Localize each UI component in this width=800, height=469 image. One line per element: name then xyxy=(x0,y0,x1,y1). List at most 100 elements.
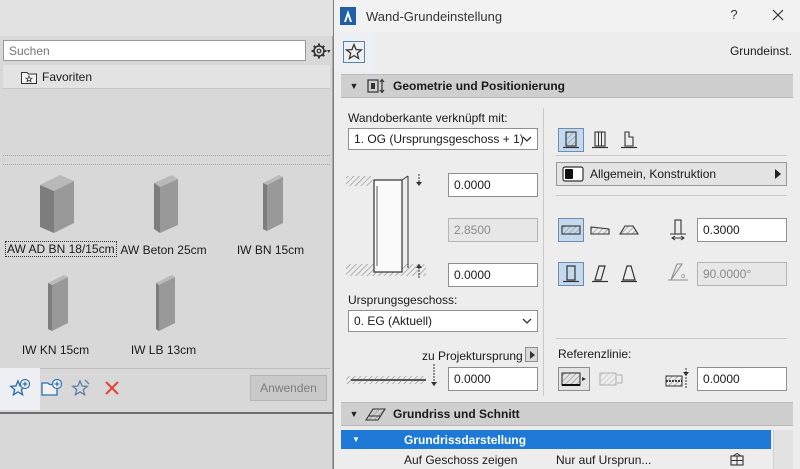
section-geometry-header[interactable]: ▼ Geometrie und Positionierung xyxy=(341,74,793,98)
preset-name: Grundeinst. xyxy=(729,44,792,58)
chevron-down-icon xyxy=(522,318,532,324)
favorite-item-label: AW AD BN 18/15cm xyxy=(5,241,117,257)
building-material-value: Allgemein, Konstruktion xyxy=(590,167,717,181)
top-link-label: Wandoberkante verknüpft mit: xyxy=(348,111,508,125)
tree-item-label: Favoriten xyxy=(42,70,93,84)
bottom-offset-input[interactable] xyxy=(448,263,538,287)
triangle-right-icon xyxy=(529,350,535,359)
floorplan-section-icon xyxy=(365,406,387,422)
wall-thumbnail-icon xyxy=(153,175,178,233)
top-offset-input[interactable] xyxy=(448,173,538,197)
collapse-triangle-icon[interactable]: ▼ xyxy=(345,409,363,419)
structure-composite-button[interactable] xyxy=(587,128,613,152)
svg-text:α: α xyxy=(681,272,686,280)
separator xyxy=(556,195,787,196)
project-zero-input[interactable] xyxy=(448,367,538,391)
triangle-right-icon xyxy=(775,169,781,179)
favorite-item[interactable]: AW Beton 25cm xyxy=(111,167,216,257)
favorite-item[interactable]: IW KN 15cm xyxy=(3,267,108,357)
apply-button[interactable]: Anwenden xyxy=(250,375,327,401)
star-icon xyxy=(343,41,365,63)
reference-line-location-button[interactable] xyxy=(558,367,590,391)
close-button[interactable] xyxy=(768,4,788,26)
geometry-trapezoid-button[interactable] xyxy=(587,218,613,242)
wall-height-input xyxy=(448,218,538,242)
favorites-grid: AW AD BN 18/15cm AW Beton 25cm IW BN 15c… xyxy=(3,167,330,362)
delete-x-icon[interactable] xyxy=(99,375,125,401)
favorites-search-row xyxy=(3,40,330,62)
favorite-item-label: IW KN 15cm xyxy=(21,343,90,357)
column-separator xyxy=(543,108,544,396)
favorites-star-button[interactable] xyxy=(334,32,374,72)
separator xyxy=(556,338,787,339)
project-zero-menu-button[interactable] xyxy=(525,347,538,362)
tree-item-favorites[interactable]: Favoriten xyxy=(21,68,92,86)
favorite-item-label: IW LB 13cm xyxy=(130,343,197,357)
wall-section-preview-icon xyxy=(346,174,426,278)
favorite-item-label: AW Beton 25cm xyxy=(120,243,207,257)
building-material-button[interactable]: Allgemein, Konstruktion xyxy=(556,162,787,186)
favorite-item[interactable]: AW AD BN 18/15cm xyxy=(3,167,117,257)
favorite-item-label: IW BN 15cm xyxy=(236,243,305,257)
collapse-triangle-icon[interactable]: ▼ xyxy=(341,435,371,444)
folder-star-icon xyxy=(21,71,37,84)
collapse-triangle-icon[interactable]: ▼ xyxy=(345,81,363,91)
tree-scrollbar[interactable] xyxy=(773,430,793,469)
geometry-straight-button[interactable] xyxy=(558,218,584,242)
reference-offset-icon xyxy=(665,368,689,388)
tree-row-label: Auf Geschoss zeigen xyxy=(404,452,518,467)
section-floorplan-header[interactable]: ▼ Grundriss und Schnitt xyxy=(341,402,793,426)
floorplan-settings-tree: ▼ Grundrissdarstellung Auf Geschoss zeig… xyxy=(341,430,793,469)
reference-line-flip-button xyxy=(596,367,626,391)
tree-row-label: Grundrissdarstellung xyxy=(404,432,527,447)
dialog-titlebar[interactable]: Wand-Grundeinstellung ? xyxy=(334,0,800,32)
help-button[interactable]: ? xyxy=(726,7,742,22)
favorites-toolbar: Anwenden xyxy=(0,368,330,410)
basic-wall-icon xyxy=(563,131,579,149)
tree-row-floorplan-display[interactable]: ▼ Grundrissdarstellung xyxy=(341,430,771,449)
project-zero-label: zu Projektursprung xyxy=(422,349,523,363)
material-swatch-icon xyxy=(562,166,584,182)
wall-thumbnail-icon xyxy=(262,175,283,231)
project-zero-preview-icon xyxy=(346,364,437,386)
slant-vertical-button[interactable] xyxy=(558,262,584,286)
double-slanted-wall-icon xyxy=(621,265,637,283)
new-folder-icon[interactable] xyxy=(39,375,65,401)
lock-chain-icon xyxy=(730,452,744,466)
slant-double-button[interactable] xyxy=(616,262,642,286)
geometry-polygonal-button[interactable] xyxy=(616,218,642,242)
wall-thickness-icon xyxy=(670,219,686,241)
reference-line-icon xyxy=(561,372,586,386)
favorites-splitter[interactable] xyxy=(3,155,330,165)
favorites-search-input[interactable] xyxy=(3,40,306,61)
structure-basic-button[interactable] xyxy=(558,128,584,152)
star-settings-icon[interactable] xyxy=(69,375,95,401)
wall-settings-dialog: Wand-Grundeinstellung ? Grundeinst. ▼ Ge… xyxy=(333,0,800,469)
slant-angle-input xyxy=(697,262,787,286)
favorite-item[interactable]: IW LB 13cm xyxy=(111,267,216,357)
home-story-dropdown[interactable]: 0. EG (Aktuell) xyxy=(348,310,538,332)
tree-row-value: Nur auf Ursprun... xyxy=(556,452,652,467)
favorite-item[interactable]: IW BN 15cm xyxy=(218,167,323,257)
composite-wall-icon xyxy=(592,131,608,149)
top-link-value: 1. OG (Ursprungsgeschoss + 1) xyxy=(354,132,524,146)
reference-line-label: Referenzlinie: xyxy=(558,347,632,361)
section-title: Geometrie und Positionierung xyxy=(393,79,566,93)
slant-angle-icon: α xyxy=(668,263,688,281)
add-favorite-star-icon[interactable] xyxy=(0,368,40,410)
home-story-label: Ursprungsgeschoss: xyxy=(348,293,458,307)
close-icon xyxy=(772,9,784,21)
wall-thumbnail-icon xyxy=(47,275,68,331)
reference-offset-input[interactable] xyxy=(697,367,787,391)
section-title: Grundriss und Schnitt xyxy=(393,407,520,421)
wall-thumbnail-icon xyxy=(39,175,74,233)
slant-single-button[interactable] xyxy=(587,262,613,286)
favorites-folder-tree: Favoriten xyxy=(3,65,330,89)
wall-thickness-input[interactable] xyxy=(697,218,787,242)
straight-wall-icon xyxy=(561,225,581,235)
structure-profile-button[interactable] xyxy=(616,128,642,152)
search-options-gear-icon[interactable] xyxy=(309,40,332,61)
slanted-wall-icon xyxy=(592,265,608,283)
tree-row-show-on-stories[interactable]: Auf Geschoss zeigen Nur auf Ursprun... xyxy=(341,450,771,469)
top-link-dropdown[interactable]: 1. OG (Ursprungsgeschoss + 1) xyxy=(348,128,538,150)
